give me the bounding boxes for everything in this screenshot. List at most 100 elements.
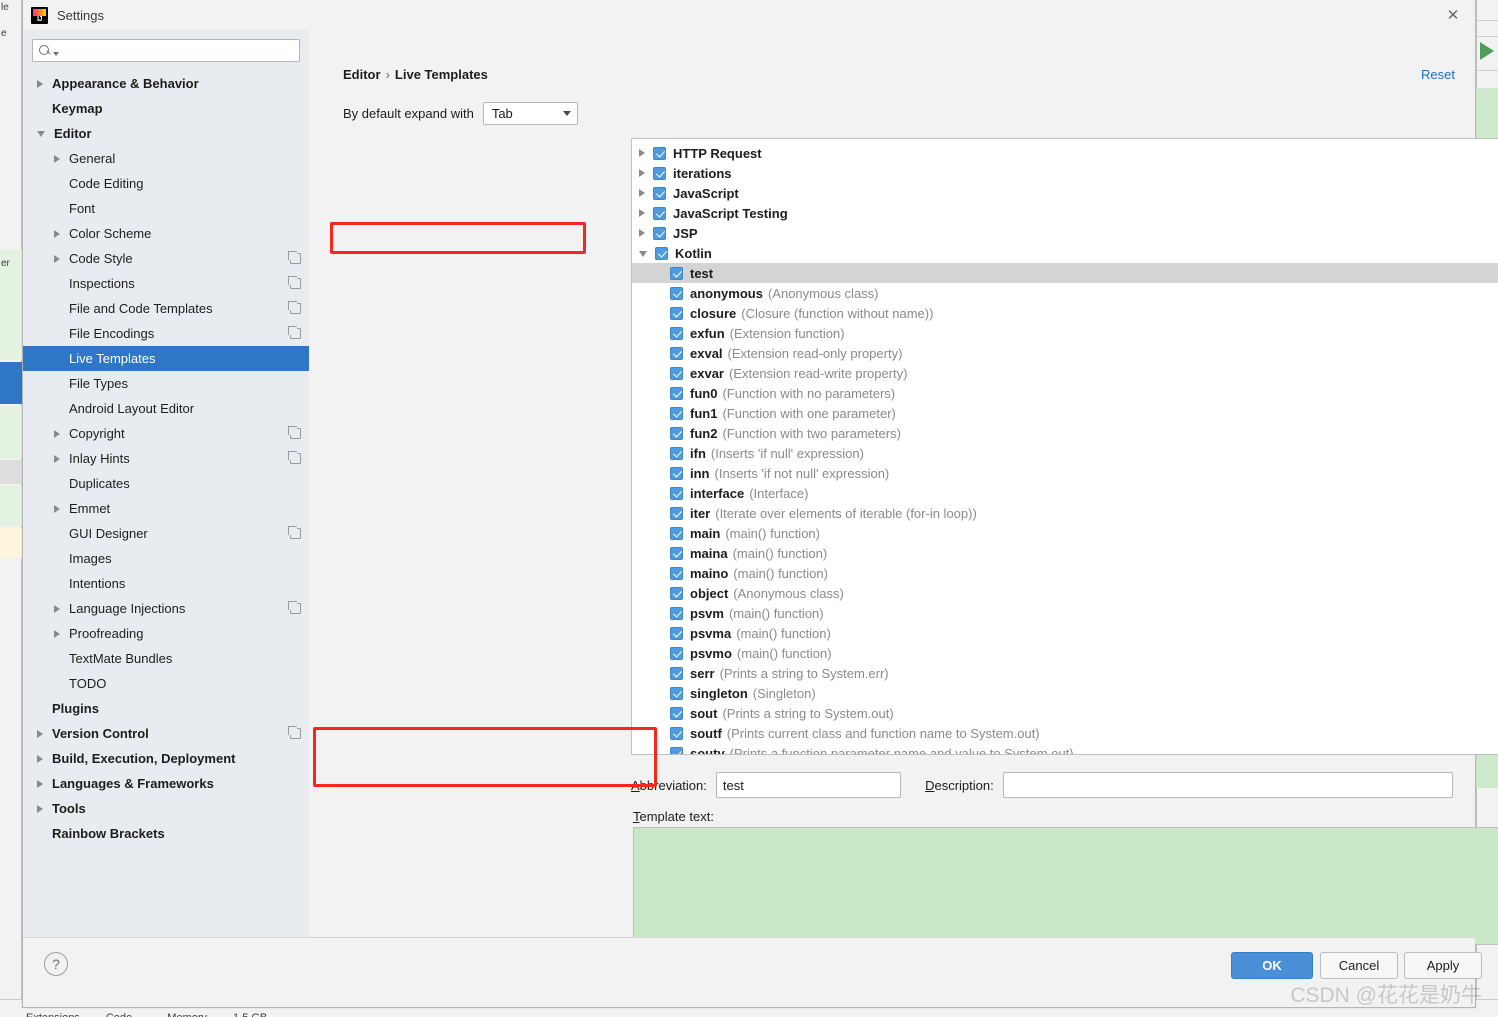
ok-button[interactable]: OK [1231, 952, 1313, 979]
search-input[interactable] [32, 39, 300, 62]
template-text-editor[interactable] [633, 827, 1498, 945]
chevron-right-icon[interactable] [37, 79, 43, 88]
sidebar-item-appearance-behavior[interactable]: Appearance & Behavior [23, 71, 309, 96]
template-enabled-checkbox[interactable] [670, 686, 683, 700]
template-enabled-checkbox[interactable] [670, 466, 683, 480]
chevron-right-icon[interactable] [37, 804, 43, 813]
sidebar-item-keymap[interactable]: Keymap [23, 96, 309, 121]
sidebar-item-rainbow-brackets[interactable]: Rainbow Brackets [23, 821, 309, 846]
template-row[interactable]: exfun (Extension function) [632, 323, 1498, 343]
template-enabled-checkbox[interactable] [670, 586, 683, 600]
sidebar-item-build-execution-deployment[interactable]: Build, Execution, Deployment [23, 746, 309, 771]
template-enabled-checkbox[interactable] [670, 366, 683, 380]
sidebar-item-font[interactable]: Font [23, 196, 309, 221]
template-row[interactable]: sout (Prints a string to System.out) [632, 703, 1498, 723]
sidebar-item-duplicates[interactable]: Duplicates [23, 471, 309, 496]
template-enabled-checkbox[interactable] [670, 526, 683, 540]
sidebar-item-intentions[interactable]: Intentions [23, 571, 309, 596]
template-group-row[interactable]: iterations [632, 163, 1498, 183]
template-row[interactable]: iter (Iterate over elements of iterable (… [632, 503, 1498, 523]
template-enabled-checkbox[interactable] [653, 206, 666, 220]
template-row[interactable]: singleton (Singleton) [632, 683, 1498, 703]
breadcrumb-parent[interactable]: Editor [343, 67, 381, 82]
template-enabled-checkbox[interactable] [670, 266, 683, 280]
description-input[interactable] [1002, 772, 1453, 798]
template-enabled-checkbox[interactable] [670, 386, 683, 400]
template-enabled-checkbox[interactable] [653, 226, 666, 240]
chevron-right-icon[interactable] [54, 154, 60, 163]
template-enabled-checkbox[interactable] [670, 486, 683, 500]
template-enabled-checkbox[interactable] [670, 706, 683, 720]
chevron-right-icon[interactable] [54, 429, 60, 438]
chevron-right-icon[interactable] [639, 229, 645, 237]
template-row[interactable]: psvma (main() function) [632, 623, 1498, 643]
template-enabled-checkbox[interactable] [670, 746, 683, 754]
sidebar-item-general[interactable]: General [23, 146, 309, 171]
chevron-right-icon[interactable] [37, 754, 43, 763]
chevron-down-icon[interactable] [37, 130, 45, 137]
chevron-right-icon[interactable] [54, 254, 60, 263]
template-row[interactable]: fun1 (Function with one parameter) [632, 403, 1498, 423]
sidebar-item-android-layout-editor[interactable]: Android Layout Editor [23, 396, 309, 421]
template-enabled-checkbox[interactable] [655, 246, 668, 260]
sidebar-item-plugins[interactable]: Plugins [23, 696, 309, 721]
template-row[interactable]: fun2 (Function with two parameters) [632, 423, 1498, 443]
template-row[interactable]: maina (main() function) [632, 543, 1498, 563]
sidebar-item-code-style[interactable]: Code Style [23, 246, 309, 271]
template-row[interactable]: exvar (Extension read-write property) [632, 363, 1498, 383]
sidebar-item-color-scheme[interactable]: Color Scheme [23, 221, 309, 246]
template-row[interactable]: soutv (Prints a function parameter name a… [632, 743, 1498, 754]
template-enabled-checkbox[interactable] [670, 426, 683, 440]
sidebar-item-version-control[interactable]: Version Control [23, 721, 309, 746]
template-enabled-checkbox[interactable] [670, 606, 683, 620]
chevron-right-icon[interactable] [639, 209, 645, 217]
template-row[interactable]: anonymous (Anonymous class) [632, 283, 1498, 303]
sidebar-item-copyright[interactable]: Copyright [23, 421, 309, 446]
template-row[interactable]: soutf (Prints current class and function … [632, 723, 1498, 743]
sidebar-item-code-editing[interactable]: Code Editing [23, 171, 309, 196]
template-enabled-checkbox[interactable] [653, 166, 666, 180]
sidebar-item-inspections[interactable]: Inspections [23, 271, 309, 296]
chevron-right-icon[interactable] [54, 504, 60, 513]
template-enabled-checkbox[interactable] [670, 626, 683, 640]
template-enabled-checkbox[interactable] [670, 406, 683, 420]
template-row[interactable]: test [632, 263, 1498, 283]
sidebar-item-images[interactable]: Images [23, 546, 309, 571]
close-icon[interactable]: ✕ [1439, 5, 1467, 25]
help-button[interactable]: ? [44, 952, 68, 976]
sidebar-item-inlay-hints[interactable]: Inlay Hints [23, 446, 309, 471]
template-enabled-checkbox[interactable] [670, 326, 683, 340]
chevron-right-icon[interactable] [639, 189, 645, 197]
sidebar-item-gui-designer[interactable]: GUI Designer [23, 521, 309, 546]
live-templates-list[interactable]: HTTP Request iterations JavaScript JavaScri… [631, 138, 1498, 755]
template-enabled-checkbox[interactable] [653, 186, 666, 200]
sidebar-item-file-encodings[interactable]: File Encodings [23, 321, 309, 346]
template-row[interactable]: interface (Interface) [632, 483, 1498, 503]
template-row[interactable]: main (main() function) [632, 523, 1498, 543]
template-enabled-checkbox[interactable] [670, 506, 683, 520]
template-row[interactable]: serr (Prints a string to System.err) [632, 663, 1498, 683]
chevron-right-icon[interactable] [639, 149, 645, 157]
template-row[interactable]: object (Anonymous class) [632, 583, 1498, 603]
template-row[interactable]: psvm (main() function) [632, 603, 1498, 623]
apply-button[interactable]: Apply [1404, 952, 1482, 979]
template-enabled-checkbox[interactable] [653, 146, 666, 160]
template-group-row[interactable]: JavaScript [632, 183, 1498, 203]
chevron-right-icon[interactable] [37, 729, 43, 738]
template-row[interactable]: psvmo (main() function) [632, 643, 1498, 663]
sidebar-item-textmate-bundles[interactable]: TextMate Bundles [23, 646, 309, 671]
template-enabled-checkbox[interactable] [670, 346, 683, 360]
chevron-right-icon[interactable] [639, 169, 645, 177]
template-group-row[interactable]: HTTP Request [632, 143, 1498, 163]
chevron-down-icon[interactable] [639, 251, 647, 257]
template-enabled-checkbox[interactable] [670, 546, 683, 560]
template-row[interactable]: maino (main() function) [632, 563, 1498, 583]
sidebar-item-language-injections[interactable]: Language Injections [23, 596, 309, 621]
sidebar-item-todo[interactable]: TODO [23, 671, 309, 696]
template-row[interactable]: inn (Inserts 'if not null' expression) [632, 463, 1498, 483]
chevron-right-icon[interactable] [54, 604, 60, 613]
sidebar-item-tools[interactable]: Tools [23, 796, 309, 821]
chevron-right-icon[interactable] [54, 454, 60, 463]
sidebar-item-file-types[interactable]: File Types [23, 371, 309, 396]
template-enabled-checkbox[interactable] [670, 446, 683, 460]
